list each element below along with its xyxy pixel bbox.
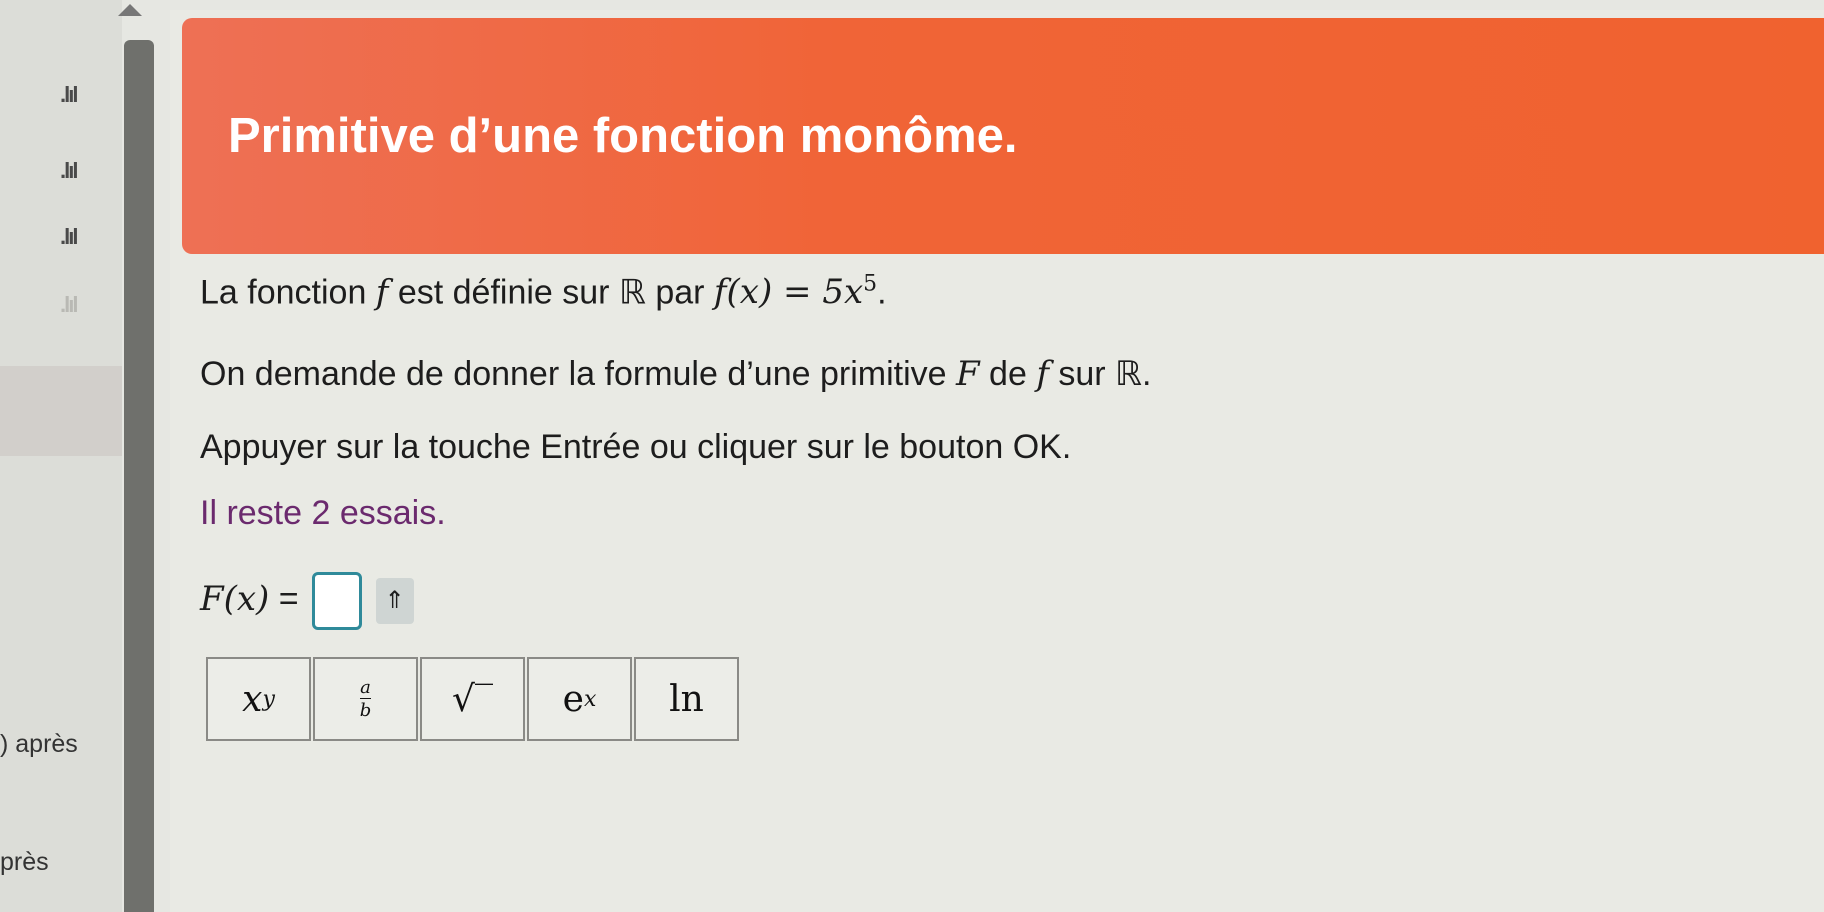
sidebar-text-apres: ) après — [0, 730, 78, 758]
fraction-button[interactable]: ab — [313, 657, 418, 741]
sidebar-text-pres: près — [0, 848, 49, 876]
sidebar-highlight — [0, 366, 122, 456]
answer-input[interactable] — [312, 572, 363, 630]
signal-bars-icon[interactable]: .lıl — [60, 292, 79, 318]
remaining-tries: Il reste 2 essais. — [200, 494, 446, 532]
toggle-keyboard-button[interactable]: ⇑ — [375, 578, 414, 624]
power-button[interactable]: xy — [206, 657, 311, 741]
answer-row: F(x) = ⇑ — [200, 572, 414, 630]
instruction-text: Appuyer sur la touche Entrée ou cliquer … — [200, 428, 1072, 466]
sidebar — [0, 0, 122, 912]
equals-sign: = — [278, 579, 299, 618]
question-line-2: On demande de donner la formule d’une pr… — [200, 354, 1152, 394]
function-formula: f(x) = 5x5 — [713, 272, 878, 313]
signal-bars-icon[interactable]: .lıl — [60, 82, 79, 108]
scrollbar[interactable] — [124, 40, 154, 912]
scroll-up-arrow-icon[interactable] — [118, 4, 142, 16]
answer-label: F(x) — [200, 578, 270, 619]
exercise-title: Primitive d’une fonction monôme. — [228, 109, 1018, 163]
sqrt-icon: √‾ — [452, 678, 493, 720]
exponential-button[interactable]: ex — [527, 657, 632, 741]
ln-button[interactable]: ln — [634, 657, 739, 741]
sqrt-button[interactable]: √‾ — [420, 657, 525, 741]
math-toolbar: xy ab √‾ ex ln — [206, 657, 741, 741]
question-line-1: La fonction f est définie sur ℝ par f(x)… — [200, 272, 887, 313]
signal-bars-icon[interactable]: .lıl — [60, 158, 79, 184]
signal-bars-icon[interactable]: .lıl — [60, 224, 79, 250]
